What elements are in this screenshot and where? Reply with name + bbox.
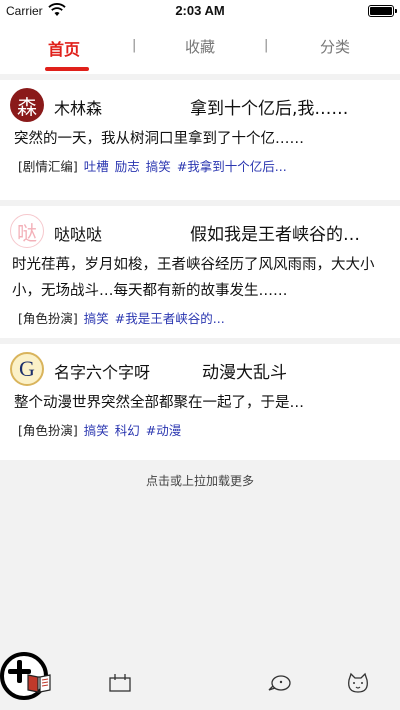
card-header: 森 木林森 拿到十个亿后,我…… <box>10 80 388 126</box>
author-name[interactable]: 木林森 <box>54 95 102 119</box>
bottom-nav-bar <box>0 652 400 710</box>
genre-label: [剧情汇编] <box>18 159 78 174</box>
avatar[interactable]: 哒 <box>10 214 44 248</box>
tab-separator: | <box>132 38 137 53</box>
status-bar: Carrier 2:03 AM <box>0 0 400 22</box>
profile-icon[interactable] <box>345 670 371 696</box>
card-header: 哒 哒哒哒 假如我是王者峡谷的… <box>10 206 388 252</box>
tag-link[interactable]: #我拿到十个亿后... <box>177 159 287 174</box>
author-name[interactable]: 哒哒哒 <box>54 221 102 245</box>
genre-label: [角色扮演] <box>18 311 78 326</box>
list-icon[interactable] <box>107 670 133 696</box>
story-card[interactable]: 哒 哒哒哒 假如我是王者峡谷的… 时光荏苒，岁月如梭，王者峡谷经历了风风雨雨，大… <box>0 206 400 338</box>
tag-link[interactable]: 搞笑 <box>84 423 109 438</box>
story-card[interactable]: G 名字六个字呀 动漫大乱斗 整个动漫世界突然全部都聚在一起了，于是… [角色扮… <box>0 344 400 460</box>
load-more-button[interactable]: 点击或上拉加载更多 <box>0 472 400 489</box>
story-excerpt: 突然的一天，我从树洞口里拿到了十个亿…… <box>14 131 304 147</box>
avatar[interactable]: G <box>10 352 44 386</box>
clock: 2:03 AM <box>175 3 225 18</box>
story-card[interactable]: 森 木林森 拿到十个亿后,我…… 突然的一天，我从树洞口里拿到了十个亿…… [剧… <box>0 80 400 200</box>
tag-link[interactable]: 搞笑 <box>146 159 171 174</box>
top-tab-bar: 首页 | 收藏 | 分类 <box>0 22 400 74</box>
chat-icon[interactable] <box>267 670 293 696</box>
genre-label: [角色扮演] <box>18 423 78 438</box>
tag-link[interactable]: 励志 <box>115 159 140 174</box>
app-screen: Carrier 2:03 AM 首页 | 收藏 | 分类 森 木林森 拿到十个亿… <box>0 0 400 710</box>
tag-link[interactable]: #我是王者峡谷的... <box>115 311 225 326</box>
avatar[interactable]: 森 <box>10 88 44 122</box>
story-feed: 森 木林森 拿到十个亿后,我…… 突然的一天，我从树洞口里拿到了十个亿…… [剧… <box>0 80 400 466</box>
tag-row: [角色扮演] 搞笑 #我是王者峡谷的... <box>12 308 388 327</box>
tab-separator: | <box>264 38 269 53</box>
tab-favorites[interactable]: 收藏 <box>185 36 215 57</box>
book-icon[interactable] <box>26 670 52 696</box>
story-title[interactable]: 假如我是王者峡谷的… <box>190 220 360 245</box>
tag-link[interactable]: 搞笑 <box>84 311 109 326</box>
tag-link[interactable]: 吐槽 <box>84 159 109 174</box>
story-excerpt: 整个动漫世界突然全部都聚在一起了，于是… <box>14 395 304 411</box>
active-tab-indicator <box>45 67 89 71</box>
story-title[interactable]: 拿到十个亿后,我…… <box>190 94 348 119</box>
battery-icon <box>368 5 397 17</box>
story-title[interactable]: 动漫大乱斗 <box>202 358 287 383</box>
tag-row: [角色扮演] 搞笑 科幻 #动漫 <box>12 420 388 439</box>
tag-link[interactable]: 科幻 <box>115 423 140 438</box>
tab-home[interactable]: 首页 <box>48 36 80 60</box>
story-excerpt: 时光荏苒，岁月如梭，王者峡谷经历了风风雨雨，大大小小，无场战斗…每天都有新的故事… <box>12 257 375 299</box>
tag-row: [剧情汇编] 吐槽 励志 搞笑 #我拿到十个亿后... <box>12 156 388 175</box>
author-name[interactable]: 名字六个字呀 <box>54 359 150 383</box>
card-header: G 名字六个字呀 动漫大乱斗 <box>10 344 388 390</box>
tag-link[interactable]: #动漫 <box>146 423 181 438</box>
tab-categories[interactable]: 分类 <box>320 36 350 57</box>
